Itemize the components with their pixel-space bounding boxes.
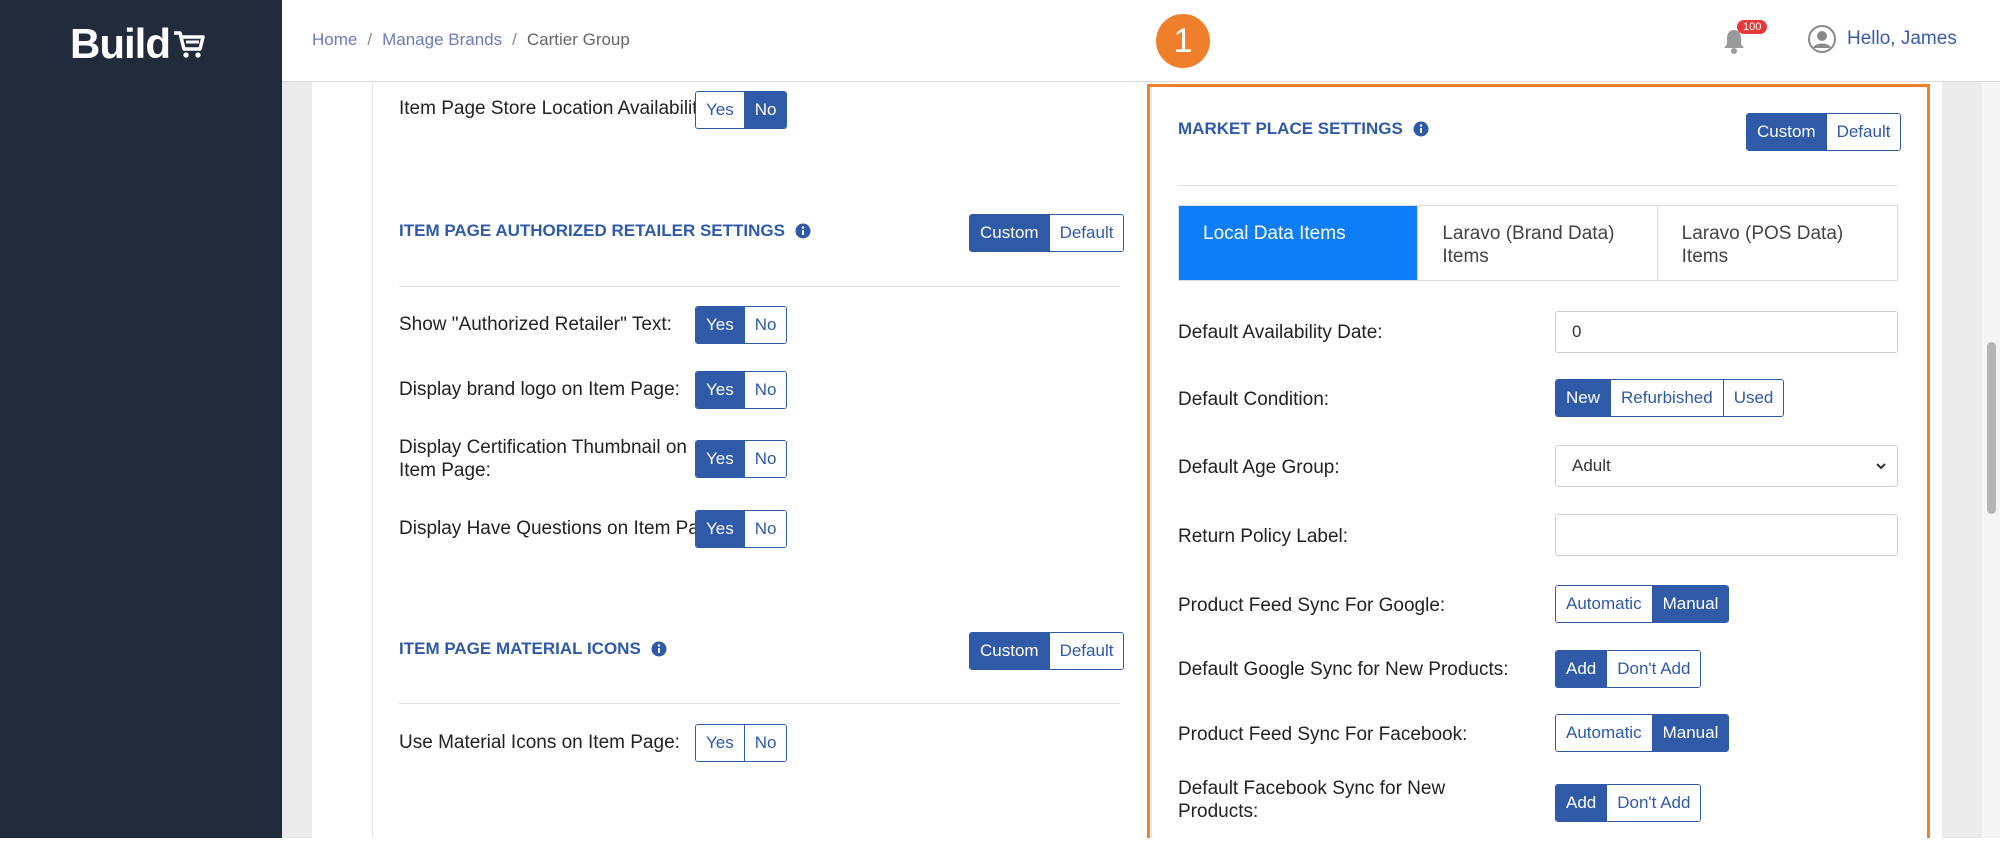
condition-used-option[interactable]: Used [1723, 380, 1784, 416]
logo-text: Build [70, 20, 171, 67]
notification-count-badge: 100 [1737, 20, 1768, 34]
age-group-value: Adult [1572, 456, 1611, 475]
material-icons-mode-toggle: Custom Default [969, 632, 1125, 670]
availability-date-label: Default Availability Date: [1178, 322, 1383, 343]
yes-option[interactable]: Yes [696, 725, 745, 761]
default-option[interactable]: Default [1049, 633, 1124, 669]
authorized-retailer-text-label: Show "Authorized Retailer" Text: [399, 314, 672, 335]
market-place-settings-panel: MARKET PLACE SETTINGS Custom Default Loc… [1147, 84, 1930, 838]
facebook-new-products-toggle: Add Don't Add [1555, 784, 1702, 822]
retailer-section-mode-toggle: Custom Default [969, 214, 1125, 252]
info-icon[interactable] [795, 223, 811, 239]
manual-option[interactable]: Manual [1652, 586, 1729, 622]
section-divider [399, 286, 1120, 287]
tab-laravo-brand-data-items[interactable]: Laravo (Brand Data) Items [1418, 206, 1658, 280]
material-icons-label: Use Material Icons on Item Page: [399, 732, 680, 753]
automatic-option[interactable]: Automatic [1556, 586, 1653, 622]
manual-option[interactable]: Manual [1652, 715, 1729, 751]
no-option[interactable]: No [744, 307, 787, 343]
condition-new-option[interactable]: New [1556, 380, 1612, 416]
breadcrumb-home[interactable]: Home [312, 30, 357, 50]
google-new-products-toggle: Add Don't Add [1555, 650, 1702, 688]
no-option[interactable]: No [744, 441, 787, 477]
facebook-new-products-label: Default Facebook Sync for New Products: [1178, 778, 1446, 822]
condition-refurbished-option[interactable]: Refurbished [1611, 380, 1724, 416]
facebook-sync-label: Product Feed Sync For Facebook: [1178, 724, 1468, 745]
age-group-select[interactable]: Adult [1555, 445, 1898, 487]
yes-option[interactable]: Yes [696, 372, 745, 408]
google-sync-toggle: Automatic Manual [1555, 585, 1730, 623]
market-place-title: MARKET PLACE SETTINGS [1178, 119, 1429, 139]
section-divider [399, 703, 1120, 704]
breadcrumb-separator: / [512, 30, 517, 49]
market-place-mode-toggle: Custom Default [1746, 113, 1902, 151]
material-icons-section-title: ITEM PAGE MATERIAL ICONS [399, 639, 667, 659]
certification-thumbnail-label: Display Certification Thumbnail on Item … [399, 437, 687, 481]
default-option[interactable]: Default [1049, 215, 1124, 251]
condition-label: Default Condition: [1178, 389, 1330, 410]
default-option[interactable]: Default [1826, 114, 1901, 150]
breadcrumb-manage-brands[interactable]: Manage Brands [382, 30, 502, 50]
brand-logo-toggle: Yes No [695, 371, 788, 409]
chevron-down-icon [1876, 463, 1886, 470]
sidebar: Build [0, 0, 282, 838]
no-option[interactable]: No [744, 92, 787, 128]
have-questions-label: Display Have Questions on Item Page: [399, 518, 726, 539]
custom-option[interactable]: Custom [970, 633, 1050, 669]
breadcrumb-separator: / [367, 30, 373, 49]
retailer-section-title: ITEM PAGE AUTHORIZED RETAILER SETTINGS [399, 221, 811, 241]
certification-thumbnail-toggle: Yes No [695, 440, 788, 478]
breadcrumb-current: Cartier Group [526, 30, 630, 49]
brand-logo-label: Display brand logo on Item Page: [399, 379, 680, 400]
no-option[interactable]: No [744, 372, 787, 408]
return-policy-input[interactable] [1555, 514, 1898, 556]
user-greeting: Hello, James [1847, 28, 1957, 49]
yes-option[interactable]: Yes [696, 307, 745, 343]
authorized-retailer-text-toggle: Yes No [695, 306, 788, 344]
top-bar: Home / Manage Brands / Cartier Group 1 1… [282, 0, 2000, 82]
automatic-option[interactable]: Automatic [1556, 715, 1653, 751]
content-area: Item Page Store Location Availability: Y… [282, 82, 1982, 838]
item-page-settings-panel: Item Page Store Location Availability: Y… [372, 82, 1152, 838]
store-location-toggle: Yes No [695, 91, 788, 129]
age-group-label: Default Age Group: [1178, 457, 1340, 478]
google-sync-label: Product Feed Sync For Google: [1178, 595, 1446, 616]
step-badge: 1 [1156, 14, 1210, 68]
yes-option[interactable]: Yes [696, 441, 745, 477]
info-icon[interactable] [651, 641, 667, 657]
user-menu[interactable]: Hello, James [1807, 24, 1957, 54]
info-icon[interactable] [1413, 121, 1429, 137]
availability-date-input[interactable]: 0 [1555, 311, 1898, 353]
have-questions-toggle: Yes No [695, 510, 788, 548]
condition-toggle: New Refurbished Used [1555, 379, 1785, 417]
vertical-scrollbar[interactable] [1982, 82, 2000, 838]
return-policy-label: Return Policy Label: [1178, 526, 1349, 547]
add-option[interactable]: Add [1556, 651, 1608, 687]
breadcrumb: Home / Manage Brands / Cartier Group [312, 30, 630, 50]
tab-laravo-pos-data-items[interactable]: Laravo (POS Data) Items [1658, 206, 1897, 280]
dont-add-option[interactable]: Don't Add [1607, 651, 1701, 687]
facebook-sync-toggle: Automatic Manual [1555, 714, 1730, 752]
app-logo[interactable]: Build [70, 20, 206, 68]
custom-option[interactable]: Custom [970, 215, 1050, 251]
section-divider [1178, 185, 1898, 186]
yes-option[interactable]: Yes [696, 92, 745, 128]
custom-option[interactable]: Custom [1747, 114, 1827, 150]
dont-add-option[interactable]: Don't Add [1607, 785, 1701, 821]
cart-icon [173, 31, 205, 58]
material-icons-toggle: Yes No [695, 724, 788, 762]
tab-local-data-items[interactable]: Local Data Items [1179, 206, 1419, 280]
add-option[interactable]: Add [1556, 785, 1608, 821]
no-option[interactable]: No [744, 511, 787, 547]
scrollbar-thumb[interactable] [1987, 342, 1996, 514]
store-location-label: Item Page Store Location Availability: [399, 97, 742, 120]
google-new-products-label: Default Google Sync for New Products: [1178, 659, 1509, 680]
user-avatar-icon [1808, 25, 1836, 53]
no-option[interactable]: No [744, 725, 787, 761]
data-items-tabs: Local Data Items Laravo (Brand Data) Ite… [1178, 205, 1898, 281]
yes-option[interactable]: Yes [696, 511, 745, 547]
